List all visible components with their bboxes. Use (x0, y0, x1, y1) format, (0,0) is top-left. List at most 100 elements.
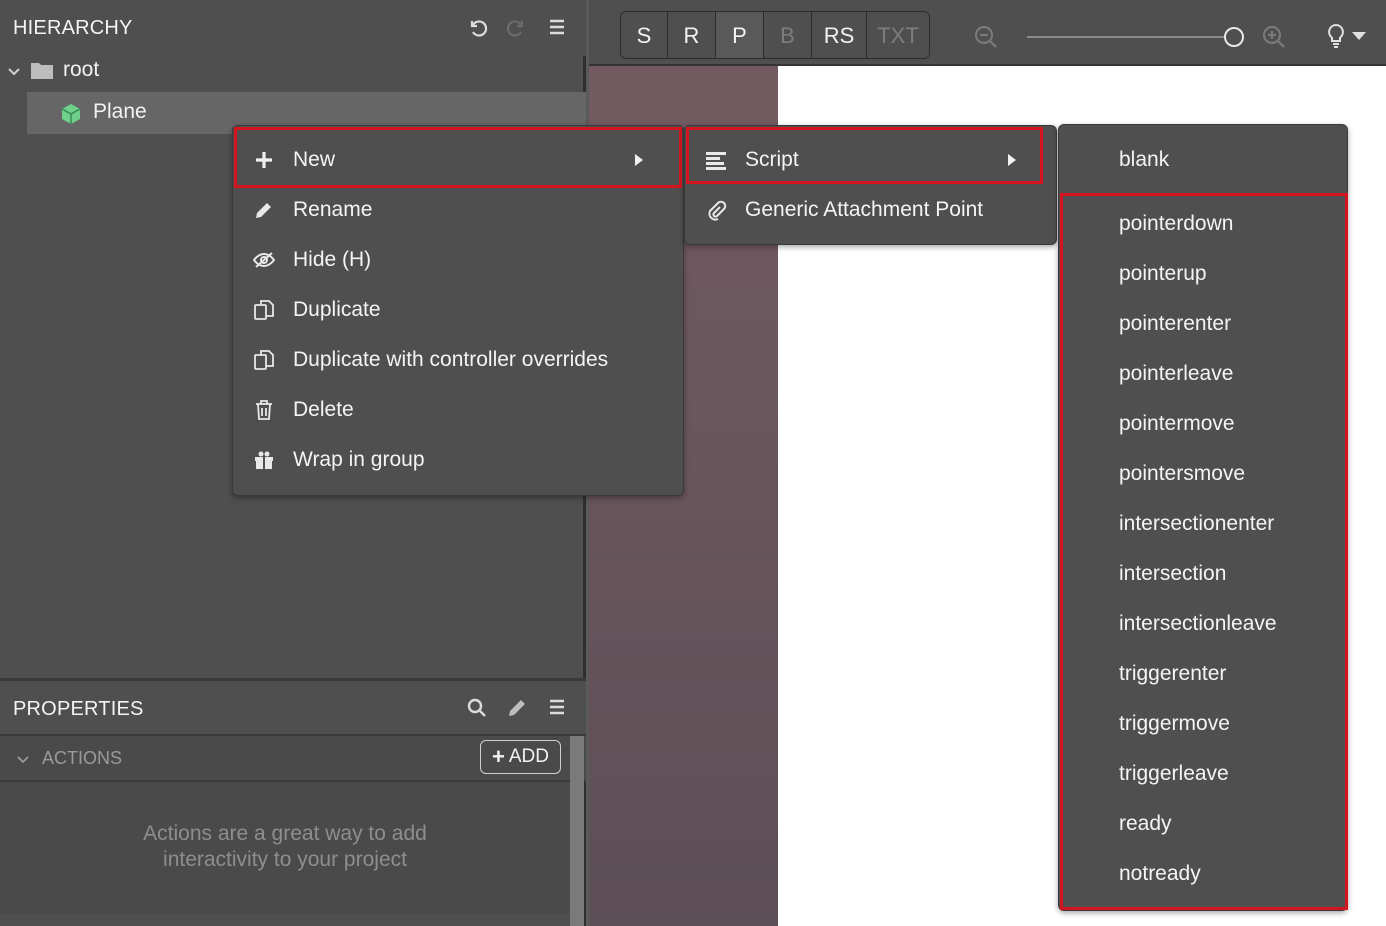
redo-icon[interactable] (505, 16, 529, 40)
menu-item-rename[interactable]: Rename (233, 185, 683, 235)
mode-p-button[interactable]: P (716, 12, 764, 58)
mode-segmented-control: S R P B RS TXT (620, 11, 930, 59)
hierarchy-title: HIERARCHY (13, 17, 133, 39)
pencil-icon[interactable] (505, 696, 529, 720)
script-label: pointerleave (1119, 362, 1234, 385)
mode-txt-button[interactable]: TXT (867, 12, 929, 58)
menu-label-new: New (293, 148, 336, 171)
script-label: pointerenter (1119, 312, 1232, 335)
actions-empty-state: Actions are a great way to add interacti… (0, 782, 570, 914)
duplicate-icon (253, 299, 275, 321)
script-item-intersectionenter[interactable]: intersectionenter (1059, 499, 1345, 549)
script-label: triggermove (1119, 712, 1230, 735)
folder-icon (30, 60, 54, 80)
script-label: triggerenter (1119, 662, 1227, 685)
script-label: notready (1119, 862, 1201, 885)
menu-item-script[interactable]: Script (685, 135, 1056, 185)
pencil-icon (253, 199, 275, 221)
add-action-button[interactable]: + ADD (480, 740, 561, 774)
menu-icon[interactable] (545, 15, 569, 39)
tree-item-root[interactable]: root (0, 50, 586, 92)
eye-slash-icon (253, 249, 275, 271)
cube-icon (59, 102, 83, 126)
tree-label-root: root (63, 58, 100, 81)
script-item-pointersmove[interactable]: pointersmove (1059, 449, 1345, 499)
script-item-notready[interactable]: notready (1059, 849, 1345, 899)
script-item-blank[interactable]: blank (1059, 135, 1345, 185)
zoom-slider-track[interactable] (1027, 36, 1232, 38)
menu-label-hide: Hide (H) (293, 248, 372, 271)
menu-label-delete: Delete (293, 398, 354, 421)
properties-title: PROPERTIES (13, 698, 144, 720)
script-label: ready (1119, 812, 1172, 835)
script-item-pointermove[interactable]: pointermove (1059, 399, 1345, 449)
script-item-triggermove[interactable]: triggermove (1059, 699, 1345, 749)
script-item-triggerenter[interactable]: triggerenter (1059, 649, 1345, 699)
menu-label-generic-attachment: Generic Attachment Point (745, 198, 984, 221)
search-icon[interactable] (465, 696, 489, 720)
trash-icon (253, 399, 275, 421)
properties-header: PROPERTIES (0, 678, 586, 734)
script-item-triggerleave[interactable]: triggerleave (1059, 749, 1345, 799)
chevron-down-icon[interactable] (6, 64, 22, 80)
menu-label-duplicate-overrides: Duplicate with controller overrides (293, 348, 609, 371)
context-menu: New Rename Hide (H) Duplicate Duplicate … (232, 125, 684, 496)
script-label: triggerleave (1119, 762, 1229, 785)
chevron-down-icon[interactable] (16, 753, 30, 767)
zoom-in-icon[interactable] (1261, 24, 1287, 50)
script-item-intersectionleave[interactable]: intersectionleave (1059, 599, 1345, 649)
script-item-ready[interactable]: ready (1059, 799, 1345, 849)
caret-down-icon[interactable] (1352, 32, 1366, 40)
menu-item-hide[interactable]: Hide (H) (233, 235, 683, 285)
mode-b-button[interactable]: B (764, 12, 812, 58)
menu-label-rename: Rename (293, 198, 373, 221)
zoom-slider-thumb[interactable] (1224, 27, 1244, 47)
actions-title: ACTIONS (42, 748, 123, 768)
menu-item-new[interactable]: New (233, 135, 683, 185)
script-item-pointerup[interactable]: pointerup (1059, 249, 1345, 299)
menu-item-duplicate[interactable]: Duplicate (233, 285, 683, 335)
script-item-pointerdown[interactable]: pointerdown (1059, 199, 1345, 249)
menu-item-delete[interactable]: Delete (233, 385, 683, 435)
properties-scrollbar[interactable] (570, 736, 584, 926)
duplicate-icon (253, 349, 275, 371)
tree-label-plane: Plane (93, 100, 147, 123)
menu-label-wrap-group: Wrap in group (293, 448, 425, 471)
submenu-arrow-icon (1008, 154, 1016, 166)
empty-text-line1: Actions are a great way to add (143, 822, 427, 845)
empty-text-line2: interactivity to your project (163, 848, 407, 871)
plus-icon: + (492, 744, 505, 769)
add-label: ADD (508, 746, 549, 767)
plus-icon (253, 149, 275, 171)
menu-label-duplicate: Duplicate (293, 298, 381, 321)
menu-label-script: Script (745, 148, 799, 171)
script-item-pointerenter[interactable]: pointerenter (1059, 299, 1345, 349)
lightbulb-icon[interactable] (1325, 23, 1347, 49)
script-label: pointerdown (1119, 212, 1234, 235)
script-label: intersectionleave (1119, 612, 1277, 635)
mode-r-button[interactable]: R (668, 12, 716, 58)
paperclip-icon (705, 199, 727, 221)
script-lines-icon (705, 149, 727, 171)
script-item-pointerleave[interactable]: pointerleave (1059, 349, 1345, 399)
menu-item-generic-attachment[interactable]: Generic Attachment Point (685, 185, 1056, 235)
script-label: pointermove (1119, 412, 1235, 435)
script-item-intersection[interactable]: intersection (1059, 549, 1345, 599)
script-label: blank (1119, 148, 1170, 171)
zoom-out-icon[interactable] (973, 24, 999, 50)
menu-item-duplicate-overrides[interactable]: Duplicate with controller overrides (233, 335, 683, 385)
gift-icon (253, 449, 275, 471)
mode-rs-button[interactable]: RS (812, 12, 867, 58)
menu-item-wrap-group[interactable]: Wrap in group (233, 435, 683, 485)
script-label: pointerup (1119, 262, 1207, 285)
hierarchy-header: HIERARCHY (0, 0, 586, 56)
script-submenu: blank pointerdown pointerup pointerenter… (1058, 124, 1348, 911)
new-submenu: Script Generic Attachment Point (684, 125, 1057, 245)
menu-icon[interactable] (545, 695, 569, 719)
mode-s-button[interactable]: S (621, 12, 668, 58)
undo-icon[interactable] (465, 16, 489, 40)
script-label: intersection (1119, 562, 1227, 585)
script-label: intersectionenter (1119, 512, 1275, 535)
submenu-arrow-icon (635, 154, 643, 166)
script-label: pointersmove (1119, 462, 1246, 485)
